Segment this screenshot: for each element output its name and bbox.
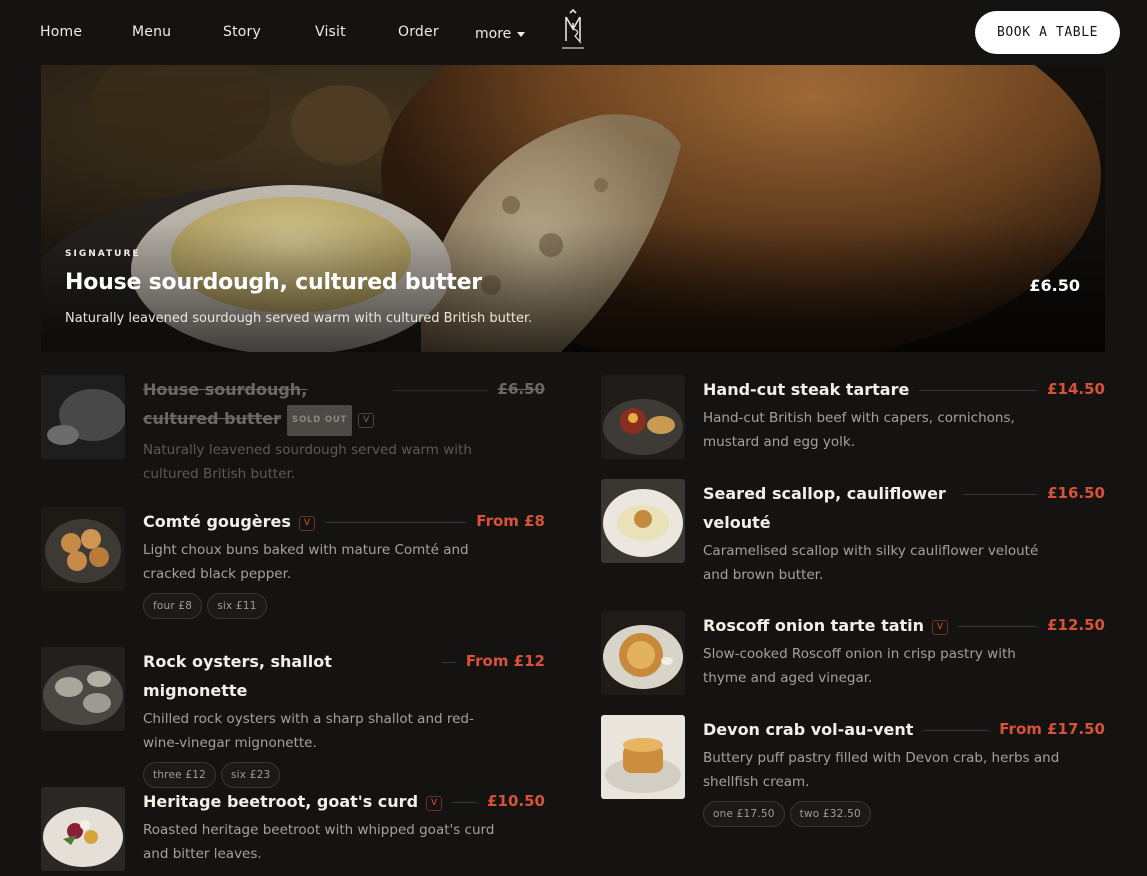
menu-item-name-wrap: Comté gougères V <box>143 507 316 536</box>
nav-more-dropdown[interactable]: more <box>475 26 526 42</box>
menu-item-image <box>601 715 685 799</box>
menu-item-image <box>41 647 125 731</box>
hero-badge: SIGNATURE <box>65 249 141 259</box>
menu-item-image <box>601 375 685 459</box>
nav-link-order[interactable]: Order <box>398 24 439 40</box>
top-navigation: Home Menu Story Visit Order more BOOK A … <box>0 0 1147 65</box>
menu-item-price: From £8 <box>476 512 545 530</box>
menu-item-name: Seared scallop, cauliflower velouté <box>703 484 946 532</box>
portion-options: three £12 six £23 <box>143 762 545 788</box>
menu-item-name-wrap: Heritage beetroot, goat's curd V <box>143 787 443 816</box>
portion-options: four £8 six £11 <box>143 593 545 619</box>
price-leader <box>441 662 456 663</box>
price-leader <box>963 494 1038 495</box>
menu-item-crab-vol-au-vent[interactable]: Devon crab vol-au-vent From £17.50 Butte… <box>601 715 1105 845</box>
price-leader <box>958 626 1038 627</box>
logo-monogram-icon <box>562 8 584 49</box>
menu-item-description: Roasted heritage beetroot with whipped g… <box>143 822 495 862</box>
menu-item-description: Slow-cooked Roscoff onion in crisp pastr… <box>703 646 1016 686</box>
portion-options: one £17.50 two £32.50 <box>703 801 1105 827</box>
menu-item-price: £14.50 <box>1047 380 1105 398</box>
menu-item-steak-tartare[interactable]: Hand-cut steak tartare £14.50 Hand-cut B… <box>601 375 1105 479</box>
price-leader <box>325 522 467 523</box>
sourdough-hero-image <box>41 65 1105 352</box>
menu-item-image <box>41 375 125 459</box>
menu-item-description: Caramelised scallop with silky cauliflow… <box>703 543 1039 583</box>
portion-option-six[interactable]: six £11 <box>207 593 267 619</box>
menu-item-image <box>41 787 125 871</box>
menu-item-price: £16.50 <box>1047 484 1105 502</box>
menu-item-tarte-tatin[interactable]: Roscoff onion tarte tatin V £12.50 Slow-c… <box>601 611 1105 715</box>
price-leader <box>393 390 488 391</box>
book-a-table-button[interactable]: BOOK A TABLE <box>975 11 1120 54</box>
menu-item-name: Hand-cut steak tartare <box>703 380 910 399</box>
menu-item-name: Rock oysters, shallot mignonette <box>143 652 332 700</box>
vegetarian-badge: V <box>932 620 949 635</box>
vegetarian-badge: V <box>358 413 375 428</box>
menu-item-price: From £12 <box>465 652 545 670</box>
nav-link-visit[interactable]: Visit <box>315 24 346 40</box>
vegetarian-badge: V <box>426 796 443 811</box>
menu-item-image <box>41 507 125 591</box>
menu-item-name: Roscoff onion tarte tatin <box>703 616 925 635</box>
menu-item-gougeres[interactable]: Comté gougères V From £8 Light choux buns… <box>41 507 545 647</box>
menu-item-name-wrap: House sourdough, cultured butter SOLD OUT… <box>143 375 383 436</box>
menu-item-description: Chilled rock oysters with a sharp shallo… <box>143 711 474 751</box>
price-leader <box>923 730 990 731</box>
menu-item-price: £6.50 <box>497 380 545 398</box>
menu-item-price: £12.50 <box>1047 616 1105 634</box>
hero-price: £6.50 <box>1029 276 1080 295</box>
portion-option-one[interactable]: one £17.50 <box>703 801 785 827</box>
menu-item-description: Light choux buns baked with mature Comté… <box>143 542 469 582</box>
nav-more-label: more <box>475 26 512 42</box>
menu-item-image <box>601 611 685 695</box>
menu-item-name: Heritage beetroot, goat's curd <box>143 792 419 811</box>
menu-column-right: Hand-cut steak tartare £14.50 Hand-cut B… <box>601 375 1105 845</box>
portion-option-three[interactable]: three £12 <box>143 762 216 788</box>
portion-option-six[interactable]: six £23 <box>220 762 281 788</box>
hero-description: Naturally leavened sourdough served warm… <box>65 311 533 326</box>
portion-option-four[interactable]: four £8 <box>143 593 203 619</box>
chevron-down-icon <box>517 32 526 37</box>
nav-link-home[interactable]: Home <box>40 24 82 40</box>
menu-item-beetroot[interactable]: Heritage beetroot, goat's curd V £10.50 R… <box>41 787 545 876</box>
nav-link-menu[interactable]: Menu <box>132 24 171 40</box>
menu-column-left: House sourdough, cultured butter SOLD OUT… <box>41 375 545 876</box>
signature-hero[interactable]: SIGNATURE House sourdough, cultured butt… <box>41 65 1105 352</box>
brand-logo[interactable] <box>557 8 589 54</box>
price-leader <box>452 802 478 803</box>
menu-item-name: House sourdough, cultured butter <box>143 380 308 428</box>
hero-title: House sourdough, cultured butter <box>65 270 482 295</box>
menu-item-name: Devon crab vol-au-vent <box>703 720 914 739</box>
vegetarian-badge: V <box>298 516 316 531</box>
menu-item-price: £10.50 <box>487 792 545 810</box>
menu-item-description: Naturally leavened sourdough served warm… <box>143 442 472 482</box>
menu-item-scallop[interactable]: Seared scallop, cauliflower velouté £16.… <box>601 479 1105 611</box>
menu-item-description: Buttery puff pastry filled with Devon cr… <box>703 750 1060 790</box>
menu-item-description: Hand-cut British beef with capers, corni… <box>703 410 1015 450</box>
sold-out-badge: SOLD OUT <box>287 405 353 436</box>
price-leader <box>919 390 1038 391</box>
portion-option-two[interactable]: two £32.50 <box>789 801 871 827</box>
menu-item-price: From £17.50 <box>999 720 1105 738</box>
nav-link-story[interactable]: Story <box>223 24 261 40</box>
menu-item-name: Comté gougères <box>143 512 291 531</box>
menu-item-sourdough[interactable]: House sourdough, cultured butter SOLD OUT… <box>41 375 545 507</box>
menu-item-oysters[interactable]: Rock oysters, shallot mignonette From £1… <box>41 647 545 788</box>
menu-item-image <box>601 479 685 563</box>
menu-item-name-wrap: Roscoff onion tarte tatin V <box>703 611 949 640</box>
